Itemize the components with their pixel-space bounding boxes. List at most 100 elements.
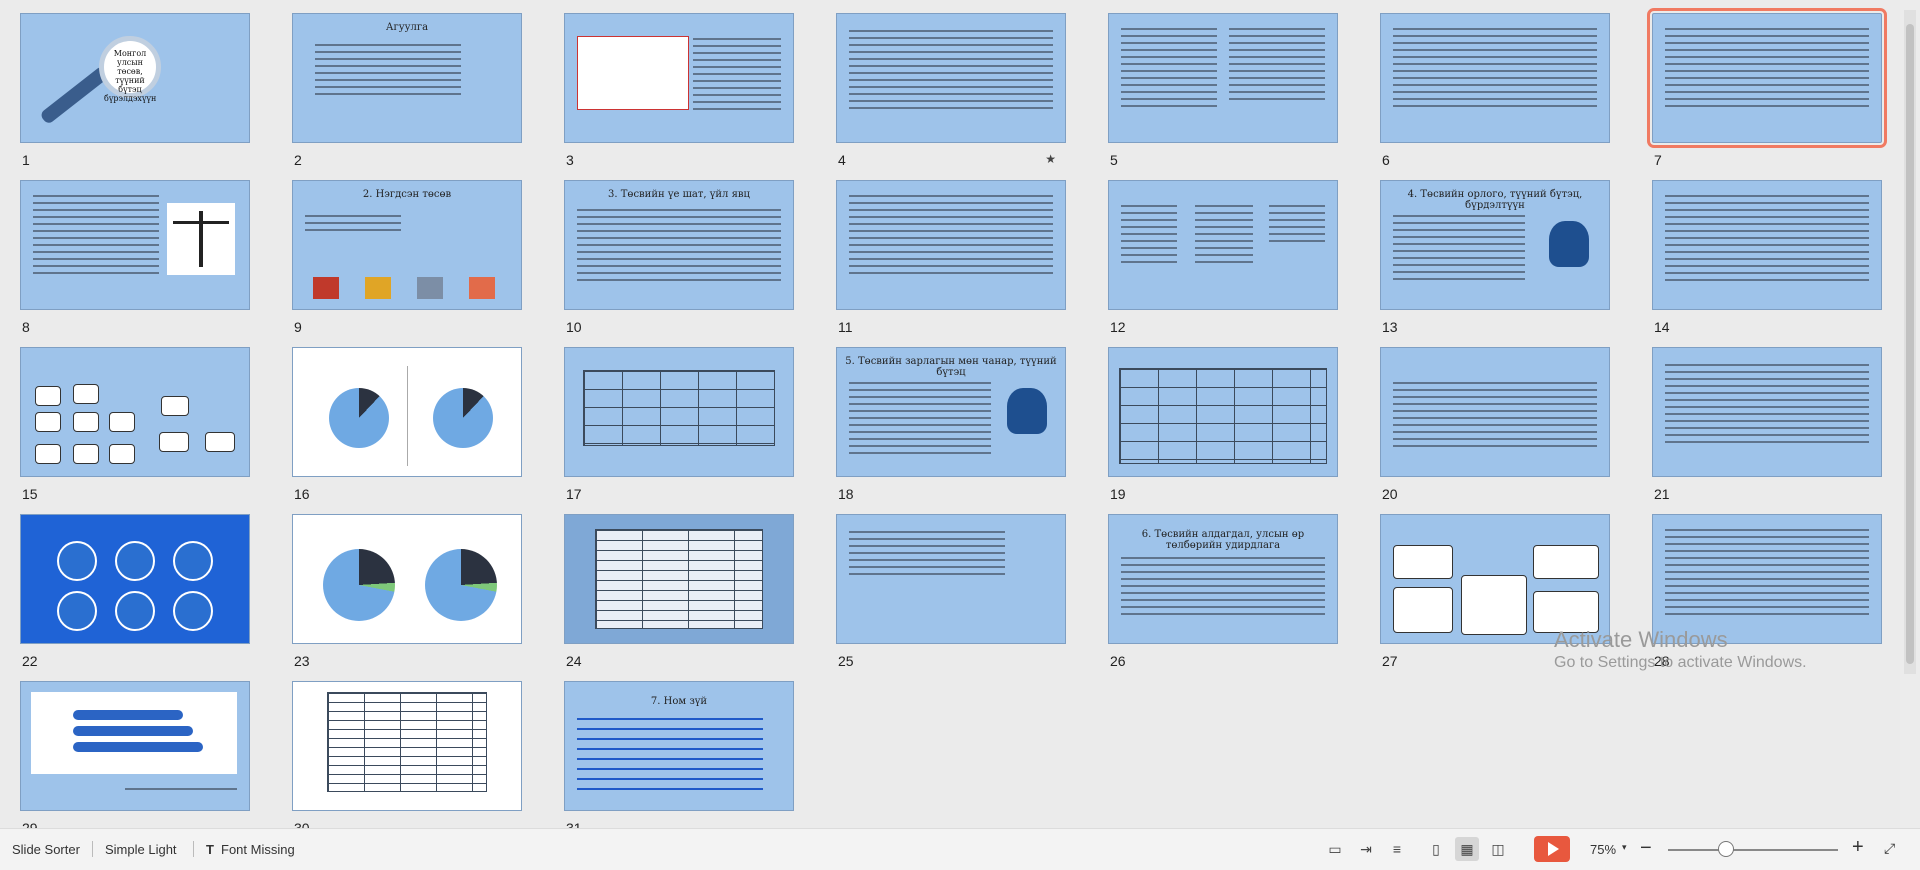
- slide-thumbnail[interactable]: 6: [1380, 13, 1610, 173]
- theme-name[interactable]: Simple Light: [105, 842, 177, 857]
- slide-number: 7: [1654, 152, 1662, 168]
- scales-image: [167, 203, 235, 275]
- scrollbar-thumb[interactable]: [1906, 24, 1914, 664]
- align-icon[interactable]: ≡: [1385, 837, 1409, 861]
- slide-13-preview: 4. Төсвийн орлого, түүний бүтэц, бүрдэлт…: [1380, 180, 1610, 310]
- diagram-box: [73, 384, 99, 404]
- slide-thumbnail[interactable]: 5: [1108, 13, 1338, 173]
- data-table: [327, 692, 487, 792]
- slide-thumbnail[interactable]: 29: [20, 681, 250, 828]
- slide-thumbnail[interactable]: 8: [20, 180, 250, 340]
- zoom-level[interactable]: 75%: [1590, 842, 1616, 857]
- slide-number: 24: [566, 653, 582, 669]
- slide-thumbnail[interactable]: 7. Ном зүй 31: [564, 681, 794, 828]
- text-lines: [1665, 364, 1869, 448]
- zoom-out-icon[interactable]: −: [1640, 837, 1652, 860]
- fit-icon[interactable]: ⤢: [1884, 840, 1895, 857]
- slide-31-preview: 7. Ном зүй: [564, 681, 794, 811]
- slide-thumbnail[interactable]: 17: [564, 347, 794, 507]
- text-lines: [1665, 529, 1869, 620]
- font-missing-button[interactable]: Font Missing: [221, 842, 295, 857]
- slide-sorter-area: Монгол улсын төсөв, түүний бүтэц бүрэлдэ…: [0, 0, 1900, 828]
- zoom-slider-thumb[interactable]: [1718, 841, 1734, 857]
- slide-17-preview: [564, 347, 794, 477]
- slide-sorter-icon[interactable]: ▦: [1455, 837, 1479, 861]
- zoom-in-icon[interactable]: +: [1852, 836, 1864, 859]
- health-icon: [115, 541, 155, 581]
- play-icon[interactable]: [1534, 836, 1570, 862]
- slide-19-preview: [1108, 347, 1338, 477]
- slide-number: 15: [22, 486, 38, 502]
- normal-view-icon[interactable]: ▯: [1424, 837, 1448, 861]
- slide-thumbnail[interactable]: 5. Төсвийн зарлагын мөн чанар, түүний бү…: [836, 347, 1066, 507]
- slide-27-preview: [1380, 514, 1610, 644]
- slide-thumbnail[interactable]: 14: [1652, 180, 1882, 340]
- slide-thumbnail[interactable]: 3. Төсвийн үе шат, үйл явц 10: [564, 180, 794, 340]
- slide-number: 13: [1382, 319, 1398, 335]
- slide-number: 18: [838, 486, 854, 502]
- slide-number: 2: [294, 152, 302, 168]
- activation-watermark-title: Activate Windows: [1554, 627, 1728, 652]
- slide-thumbnail[interactable]: 11: [836, 180, 1066, 340]
- slide-thumbnail[interactable]: 15: [20, 347, 250, 507]
- text-lines: [1665, 195, 1869, 286]
- diagram-box: [205, 432, 235, 452]
- health-shield-icon: [417, 277, 443, 299]
- slide-thumbnail[interactable]: 12: [1108, 180, 1338, 340]
- text-lines: [1269, 205, 1325, 247]
- slide-number: 20: [1382, 486, 1398, 502]
- slide-number: 1: [22, 152, 30, 168]
- slide-thumbnail[interactable]: 25: [836, 514, 1066, 674]
- notes-icon[interactable]: ▭: [1323, 837, 1347, 861]
- text-lines: [1121, 557, 1325, 620]
- comment-icon[interactable]: ⇥: [1354, 837, 1378, 861]
- text-lines: [1195, 205, 1253, 268]
- slide-number: 5: [1110, 152, 1118, 168]
- diagram-box: [109, 444, 135, 464]
- text-lines: [1393, 382, 1597, 452]
- slide-thumbnail[interactable]: 3: [564, 13, 794, 173]
- slide-title: 6. Төсвийн алдагдал, улсын өр төлбөрийн …: [1141, 529, 1305, 551]
- activation-watermark-subtitle: Go to Settings to activate Windows.: [1554, 654, 1807, 671]
- slide-thumbnail[interactable]: 2. Нэгдсэн төсөв 9: [292, 180, 522, 340]
- slide-thumbnail[interactable]: 30: [292, 681, 522, 828]
- money-bag-icon: [1549, 221, 1589, 267]
- slide-1-preview: Монгол улсын төсөв, түүний бүтэц бүрэлдэ…: [20, 13, 250, 143]
- slide-thumbnail-selected[interactable]: 7: [1647, 8, 1887, 173]
- slide-thumbnail[interactable]: 24: [564, 514, 794, 674]
- trend-chart-image: [577, 36, 689, 110]
- slide-thumbnail[interactable]: 20: [1380, 347, 1610, 507]
- education-icon: [57, 541, 97, 581]
- data-table: [583, 370, 775, 446]
- reading-view-icon[interactable]: ◫: [1486, 837, 1510, 861]
- pie-chart: [329, 388, 389, 448]
- text-lines: [33, 195, 159, 279]
- data-table: [1119, 368, 1327, 464]
- slide-20-preview: [1380, 347, 1610, 477]
- diagram-box: [1533, 545, 1599, 579]
- slide-thumbnail[interactable]: 6. Төсвийн алдагдал, улсын өр төлбөрийн …: [1108, 514, 1338, 674]
- slide-number: 23: [294, 653, 310, 669]
- slide-thumbnail[interactable]: 23: [292, 514, 522, 674]
- zoom-slider[interactable]: [1668, 849, 1838, 851]
- slide-number: 21: [1654, 486, 1670, 502]
- slide-thumbnail[interactable]: 21: [1652, 347, 1882, 507]
- text-lines: [849, 382, 991, 459]
- slide-thumbnail[interactable]: Монгол улсын төсөв, түүний бүтэц бүрэлдэ…: [20, 13, 250, 173]
- pie-chart: [433, 388, 493, 448]
- slide-thumbnail[interactable]: 4. Төсвийн орлого, түүний бүтэц, бүрдэлт…: [1380, 180, 1610, 340]
- slide-thumbnail[interactable]: 4 ★: [836, 13, 1066, 173]
- chevron-down-icon[interactable]: ▾: [1622, 842, 1627, 853]
- cover-title: Монгол улсын төсөв, түүний бүтэц бүрэлдэ…: [99, 36, 161, 103]
- slide-number: 9: [294, 319, 302, 335]
- slide-title: 2. Нэгдсэн төсөв: [362, 189, 452, 200]
- slide-thumbnail[interactable]: 19: [1108, 347, 1338, 507]
- flag-icon: [313, 277, 339, 299]
- slide-thumbnail[interactable]: 16: [292, 347, 522, 507]
- slide-18-preview: 5. Төсвийн зарлагын мөн чанар, түүний бү…: [836, 347, 1066, 477]
- data-table: [595, 529, 763, 629]
- slide-24-preview: [564, 514, 794, 644]
- slide-thumbnail[interactable]: 22: [20, 514, 250, 674]
- slide-16-preview: [292, 347, 522, 477]
- slide-thumbnail[interactable]: Агуулга 2: [292, 13, 522, 173]
